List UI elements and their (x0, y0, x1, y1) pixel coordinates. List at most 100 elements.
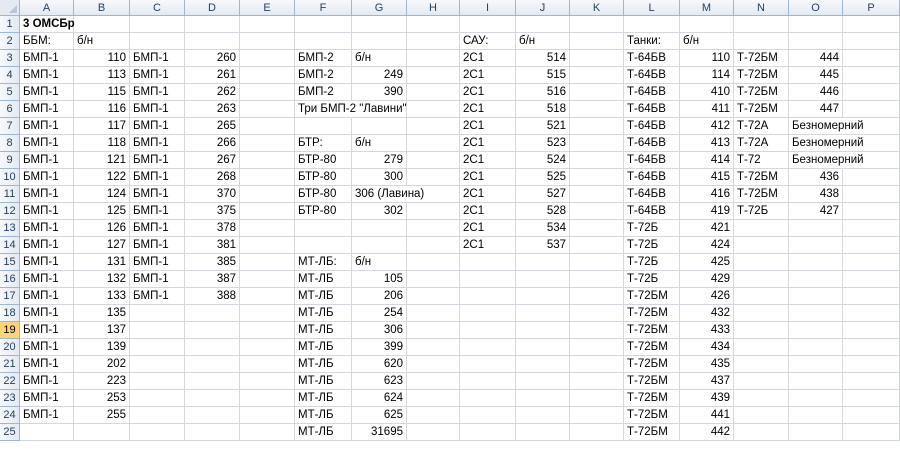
cell-i16[interactable] (460, 271, 516, 288)
cell-value-c8[interactable]: БМП-1 (130, 135, 185, 152)
cell-value-l16[interactable]: Т-72Б (624, 271, 680, 288)
cell-value-l21[interactable]: Т-72БМ (624, 356, 680, 373)
cell-value-n4[interactable]: Т-72БМ (734, 67, 789, 84)
cell-value-m14[interactable]: 424 (680, 237, 734, 254)
cell-n2[interactable] (734, 33, 789, 50)
cell-value-o3[interactable]: 444 (789, 50, 843, 67)
cell-k24[interactable] (570, 407, 624, 424)
cell-e4[interactable] (240, 67, 295, 84)
cell-p11[interactable] (843, 186, 900, 203)
cell-o17[interactable] (789, 288, 843, 305)
cell-h15[interactable] (407, 254, 460, 271)
cell-value-a3[interactable]: БМП-1 (20, 50, 74, 67)
cell-p21[interactable] (843, 356, 900, 373)
column-header-l[interactable]: L (624, 0, 680, 16)
cell-h2[interactable] (407, 33, 460, 50)
cell-value-a19[interactable]: БМП-1 (20, 322, 74, 339)
cell-n15[interactable] (734, 254, 789, 271)
cell-value-c16[interactable]: БМП-1 (130, 271, 185, 288)
cell-value-g4[interactable]: 249 (352, 67, 407, 84)
cell-i22[interactable] (460, 373, 516, 390)
row-header-20[interactable]: 20 (0, 339, 20, 356)
cell-c21[interactable] (130, 356, 185, 373)
cell-value-m23[interactable]: 439 (680, 390, 734, 407)
cell-value-f17[interactable]: МТ-ЛБ (295, 288, 352, 305)
cell-e19[interactable] (240, 322, 295, 339)
cell-value-a24[interactable]: БМП-1 (20, 407, 74, 424)
cell-c20[interactable] (130, 339, 185, 356)
cell-value-a22[interactable]: БМП-1 (20, 373, 74, 390)
cell-k19[interactable] (570, 322, 624, 339)
column-header-m[interactable]: M (680, 0, 734, 16)
cell-value-g23[interactable]: 624 (352, 390, 407, 407)
cell-g7[interactable] (352, 118, 407, 135)
cell-value-c3[interactable]: БМП-1 (130, 50, 185, 67)
cell-e3[interactable] (240, 50, 295, 67)
cell-value-l25[interactable]: Т-72БМ (624, 424, 680, 441)
cell-e23[interactable] (240, 390, 295, 407)
cell-value-m12[interactable]: 419 (680, 203, 734, 220)
cell-i25[interactable] (460, 424, 516, 441)
cell-value-l22[interactable]: Т-72БМ (624, 373, 680, 390)
cell-value-b4[interactable]: 113 (74, 67, 130, 84)
cell-value-a12[interactable]: БМП-1 (20, 203, 74, 220)
select-all-corner[interactable] (0, 0, 20, 16)
cell-value-i10[interactable]: 2С1 (460, 169, 516, 186)
cell-p24[interactable] (843, 407, 900, 424)
cell-value-g11[interactable]: 306 (Лавина) (352, 186, 424, 203)
cell-value-a5[interactable]: БМП-1 (20, 84, 74, 101)
cell-c18[interactable] (130, 305, 185, 322)
cell-value-b18[interactable]: 135 (74, 305, 130, 322)
cell-h5[interactable] (407, 84, 460, 101)
cell-value-n9[interactable]: Т-72 (734, 152, 789, 169)
cell-value-m3[interactable]: 110 (680, 50, 734, 67)
cell-o21[interactable] (789, 356, 843, 373)
cell-k21[interactable] (570, 356, 624, 373)
row-header-21[interactable]: 21 (0, 356, 20, 373)
cell-value-f20[interactable]: МТ-ЛБ (295, 339, 352, 356)
cell-n21[interactable] (734, 356, 789, 373)
cell-e8[interactable] (240, 135, 295, 152)
column-header-j[interactable]: J (516, 0, 570, 16)
cell-value-m24[interactable]: 441 (680, 407, 734, 424)
cell-value-g12[interactable]: 302 (352, 203, 407, 220)
row-header-14[interactable]: 14 (0, 237, 20, 254)
cell-value-m10[interactable]: 415 (680, 169, 734, 186)
cell-value-l3[interactable]: Т-64БВ (624, 50, 680, 67)
cell-h19[interactable] (407, 322, 460, 339)
cell-value-c9[interactable]: БМП-1 (130, 152, 185, 169)
cell-value-b21[interactable]: 202 (74, 356, 130, 373)
column-header-g[interactable]: G (352, 0, 407, 16)
row-header-12[interactable]: 12 (0, 203, 20, 220)
cell-value-j6[interactable]: 518 (516, 101, 570, 118)
cell-f1[interactable] (295, 16, 352, 33)
cell-k23[interactable] (570, 390, 624, 407)
cell-e21[interactable] (240, 356, 295, 373)
cell-value-j7[interactable]: 521 (516, 118, 570, 135)
cell-value-g17[interactable]: 206 (352, 288, 407, 305)
cell-value-i5[interactable]: 2С1 (460, 84, 516, 101)
cell-value-f25[interactable]: МТ-ЛБ (295, 424, 352, 441)
cell-value-i8[interactable]: 2С1 (460, 135, 516, 152)
cell-n25[interactable] (734, 424, 789, 441)
cell-n18[interactable] (734, 305, 789, 322)
cell-value-f16[interactable]: МТ-ЛБ (295, 271, 352, 288)
cell-value-d17[interactable]: 388 (185, 288, 240, 305)
cell-i21[interactable] (460, 356, 516, 373)
cell-value-a23[interactable]: БМП-1 (20, 390, 74, 407)
cell-k18[interactable] (570, 305, 624, 322)
cell-e20[interactable] (240, 339, 295, 356)
cell-value-b2[interactable]: б/н (74, 33, 130, 50)
cell-value-c15[interactable]: БМП-1 (130, 254, 185, 271)
cell-e7[interactable] (240, 118, 295, 135)
cell-e13[interactable] (240, 220, 295, 237)
cell-value-n3[interactable]: Т-72БМ (734, 50, 789, 67)
row-header-17[interactable]: 17 (0, 288, 20, 305)
cell-value-b24[interactable]: 255 (74, 407, 130, 424)
cell-e12[interactable] (240, 203, 295, 220)
cell-c19[interactable] (130, 322, 185, 339)
cell-value-l4[interactable]: Т-64БВ (624, 67, 680, 84)
cell-p4[interactable] (843, 67, 900, 84)
cell-c23[interactable] (130, 390, 185, 407)
column-header-i[interactable]: I (460, 0, 516, 16)
